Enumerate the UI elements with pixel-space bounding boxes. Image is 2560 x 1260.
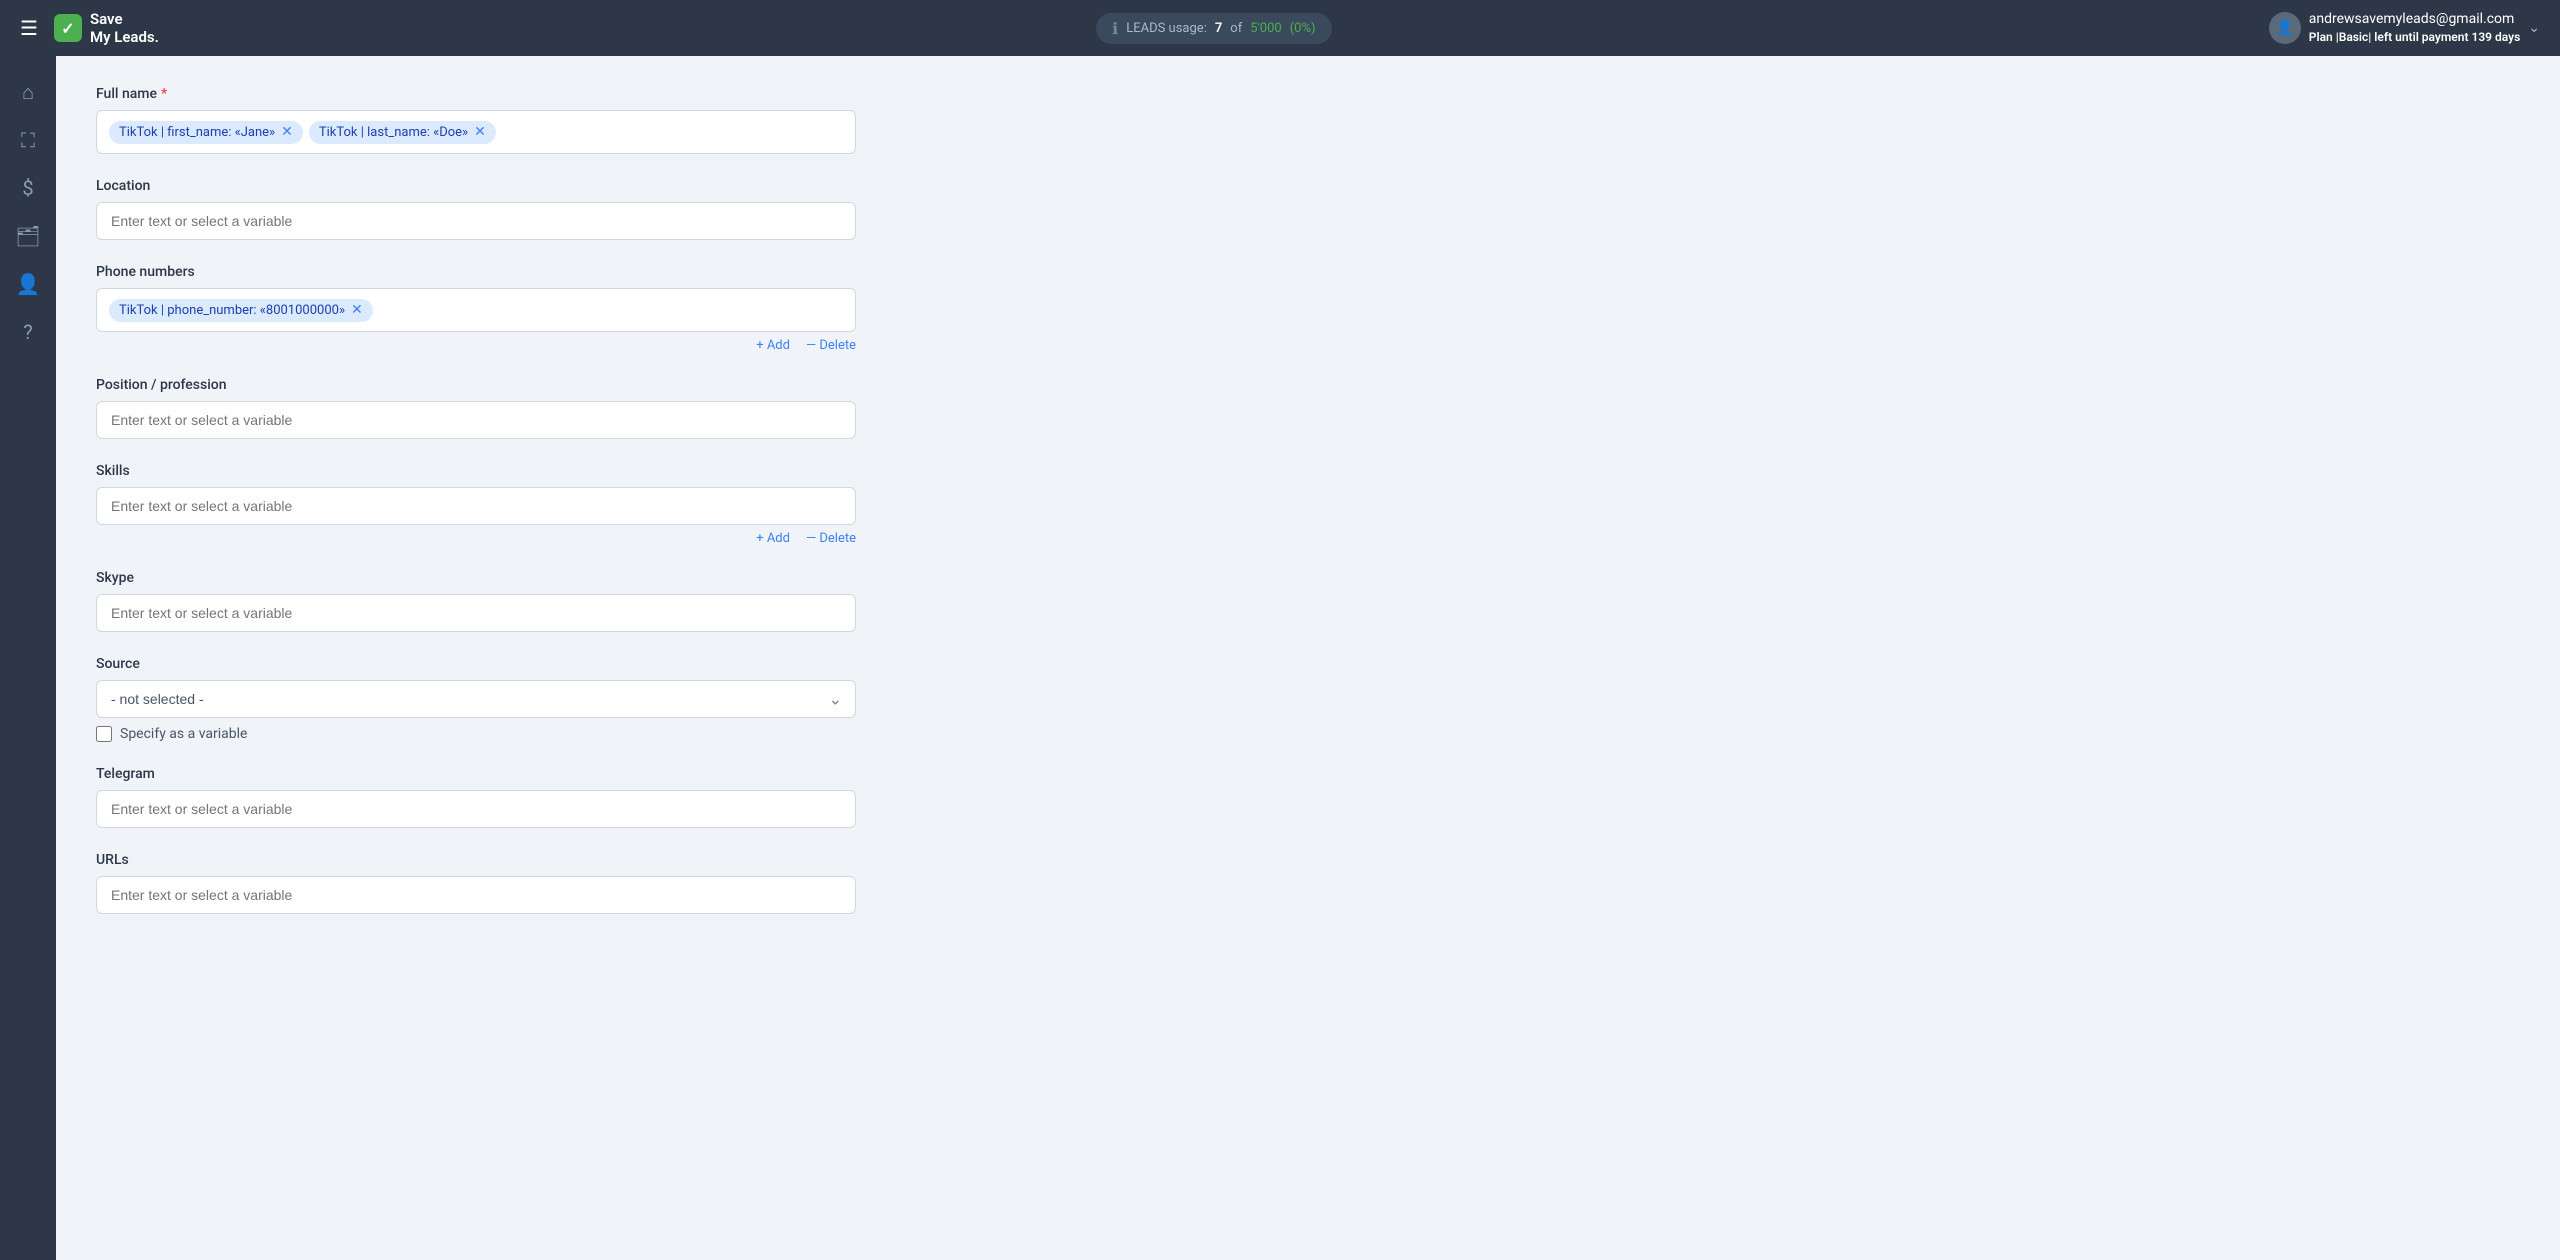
logo-text: Save My Leads. [90, 10, 159, 46]
skills-field: Skills Add Delete [96, 463, 856, 546]
phone-delete-button[interactable]: Delete [806, 338, 856, 353]
telegram-label: Telegram [96, 766, 856, 782]
location-label: Location [96, 178, 856, 194]
sidebar-item-home[interactable]: ⌂ [8, 72, 48, 112]
logo-icon: ✓ [54, 14, 82, 42]
sidebar-item-help[interactable]: ? [8, 312, 48, 352]
avatar: 👤 [2269, 12, 2301, 44]
header-left: ☰ ✓ Save My Leads. [20, 10, 159, 46]
sidebar-item-flow[interactable]: ⛶ [8, 120, 48, 160]
location-input[interactable] [96, 202, 856, 240]
urls-field: URLs [96, 852, 856, 914]
urls-label: URLs [96, 852, 856, 868]
phone-actions: Add Delete [96, 338, 856, 353]
specify-variable-label: Specify as a variable [120, 726, 247, 742]
skills-label: Skills [96, 463, 856, 479]
skills-add-button[interactable]: Add [756, 531, 790, 546]
telegram-input[interactable] [96, 790, 856, 828]
logo: ✓ Save My Leads. [54, 10, 159, 46]
phone-label: Phone numbers [96, 264, 856, 280]
source-select-wrapper: - not selected - Email Phone Social Medi… [96, 680, 856, 718]
sidebar-item-briefcase[interactable]: 🗂 [8, 216, 48, 256]
skype-field: Skype [96, 570, 856, 632]
form-section: Full name * TikTok | first_name: «Jane» … [96, 86, 856, 914]
sidebar-item-billing[interactable]: $ [8, 168, 48, 208]
urls-input[interactable] [96, 876, 856, 914]
position-input[interactable] [96, 401, 856, 439]
account-email: andrewsavemyleads@gmail.com [2309, 10, 2521, 30]
full-name-field: Full name * TikTok | first_name: «Jane» … [96, 86, 856, 154]
required-star: * [161, 86, 167, 102]
info-icon: ℹ [1112, 19, 1118, 38]
skills-actions: Add Delete [96, 531, 856, 546]
specify-variable-checkbox[interactable] [96, 726, 112, 742]
leads-label: LEADS usage: [1126, 21, 1207, 36]
skills-input[interactable] [96, 487, 856, 525]
source-select[interactable]: - not selected - Email Phone Social Medi… [96, 680, 856, 718]
leads-separator: of [1230, 21, 1242, 36]
leads-current: 7 [1215, 21, 1222, 36]
skype-label: Skype [96, 570, 856, 586]
position-label: Position / profession [96, 377, 856, 393]
tag-phone-remove[interactable]: ✕ [351, 303, 363, 317]
skills-delete-button[interactable]: Delete [806, 531, 856, 546]
top-header: ☰ ✓ Save My Leads. ℹ LEADS usage: 7 of 5… [0, 0, 2560, 56]
phone-input[interactable]: TikTok | phone_number: «8001000000» ✕ [96, 288, 856, 332]
tag-firstname-remove[interactable]: ✕ [281, 125, 293, 139]
location-field: Location [96, 178, 856, 240]
header-right: 👤 andrewsavemyleads@gmail.com Plan |Basi… [2269, 10, 2540, 46]
sidebar-item-account[interactable]: 👤 [8, 264, 48, 304]
account-info: andrewsavemyleads@gmail.com Plan |Basic|… [2309, 10, 2521, 46]
leads-percent: (0%) [1290, 21, 1316, 36]
position-field: Position / profession [96, 377, 856, 439]
main-layout: ⌂ ⛶ $ 🗂 👤 ? Full name * TikTok | first_n… [0, 56, 2560, 1260]
tag-firstname: TikTok | first_name: «Jane» ✕ [109, 121, 303, 144]
account-chevron-icon[interactable]: ⌄ [2528, 20, 2540, 36]
tag-lastname-remove[interactable]: ✕ [474, 125, 486, 139]
source-field: Source - not selected - Email Phone Soci… [96, 656, 856, 742]
phone-add-button[interactable]: Add [756, 338, 790, 353]
content-area: Full name * TikTok | first_name: «Jane» … [56, 56, 2560, 1260]
tag-lastname: TikTok | last_name: «Doe» ✕ [309, 121, 496, 144]
account-plan: Plan |Basic| left until payment 139 days [2309, 29, 2521, 46]
sidebar: ⌂ ⛶ $ 🗂 👤 ? [0, 56, 56, 1260]
source-label: Source [96, 656, 856, 672]
tag-phone: TikTok | phone_number: «8001000000» ✕ [109, 299, 373, 322]
skype-input[interactable] [96, 594, 856, 632]
header-center: ℹ LEADS usage: 7 of 5'000 (0%) [1096, 13, 1331, 44]
specify-variable-row: Specify as a variable [96, 726, 856, 742]
leads-badge: ℹ LEADS usage: 7 of 5'000 (0%) [1096, 13, 1331, 44]
menu-button[interactable]: ☰ [20, 16, 38, 40]
full-name-label: Full name * [96, 86, 856, 102]
full-name-input[interactable]: TikTok | first_name: «Jane» ✕ TikTok | l… [96, 110, 856, 154]
leads-total: 5'000 [1250, 21, 1282, 36]
phone-field: Phone numbers TikTok | phone_number: «80… [96, 264, 856, 353]
telegram-field: Telegram [96, 766, 856, 828]
